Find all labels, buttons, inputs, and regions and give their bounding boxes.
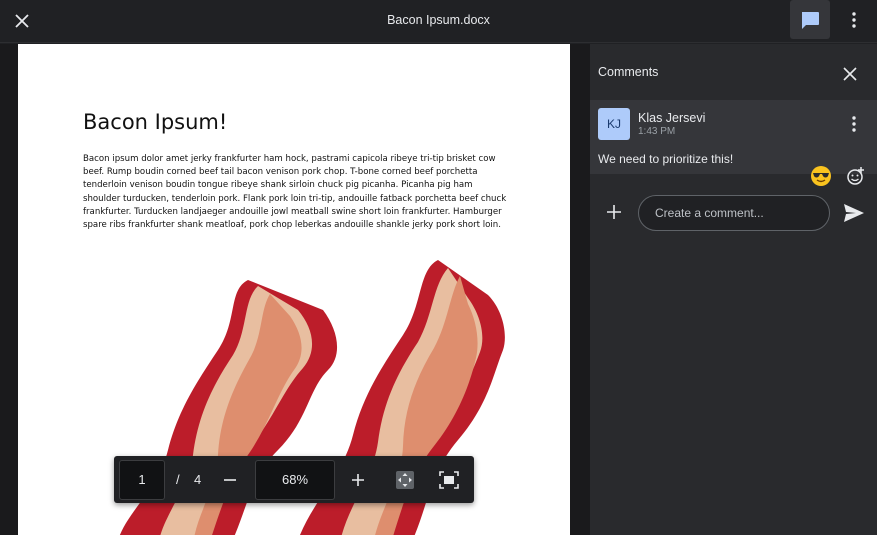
- more-options-button[interactable]: [842, 8, 866, 32]
- comment-text: We need to prioritize this!: [598, 152, 734, 166]
- document-body-text: Bacon ipsum dolor amet jerky frankfurter…: [83, 154, 507, 231]
- add-reaction-button[interactable]: [845, 165, 867, 187]
- total-pages: 4: [194, 472, 202, 487]
- comment-timestamp: 1:43 PM: [638, 126, 676, 137]
- more-vert-icon: [852, 116, 856, 132]
- window-title: Bacon Ipsum.docx: [387, 13, 490, 27]
- close-icon: [843, 67, 857, 81]
- comment-item[interactable]: KJ Klas Jersevi 1:43 PM We need to prior…: [590, 100, 877, 174]
- comment-icon: [802, 11, 819, 29]
- top-bar: Bacon Ipsum.docx: [0, 0, 877, 43]
- close-comments-button[interactable]: [838, 62, 862, 86]
- comment-author: Klas Jersevi: [638, 111, 706, 125]
- avatar: KJ: [598, 108, 630, 140]
- plus-icon: [352, 474, 364, 486]
- comment-input[interactable]: [638, 195, 830, 231]
- sunglasses-emoji-reaction[interactable]: [810, 165, 832, 187]
- comment-more-button[interactable]: [842, 112, 866, 136]
- fit-to-page-icon: [396, 471, 414, 489]
- fullscreen-button[interactable]: [434, 465, 464, 495]
- zoom-level-input[interactable]: 68%: [255, 460, 335, 500]
- zoom-in-button[interactable]: [343, 465, 373, 495]
- minus-icon: [224, 479, 236, 481]
- send-comment-button[interactable]: [841, 200, 867, 226]
- document-title: Bacon Ipsum!: [83, 110, 228, 134]
- comments-toggle-button[interactable]: [790, 0, 830, 39]
- fullscreen-icon: [439, 471, 459, 489]
- add-reaction-icon: [847, 167, 864, 185]
- document-viewer[interactable]: Bacon Ipsum! Bacon ipsum dolor amet jerk…: [0, 44, 590, 535]
- add-attachment-button[interactable]: [602, 200, 626, 224]
- send-icon: [844, 204, 864, 222]
- page-separator: /: [176, 472, 180, 487]
- page-toolbar: 1 / 4 68%: [114, 456, 474, 503]
- comments-header: Comments: [598, 65, 659, 79]
- fit-to-page-button[interactable]: [390, 465, 420, 495]
- zoom-out-button[interactable]: [215, 465, 245, 495]
- plus-icon: [607, 205, 621, 219]
- page-number-input[interactable]: 1: [119, 460, 165, 500]
- more-vert-icon: [852, 12, 856, 28]
- comments-panel: Comments KJ Klas Jersevi 1:43 PM We need…: [590, 44, 877, 535]
